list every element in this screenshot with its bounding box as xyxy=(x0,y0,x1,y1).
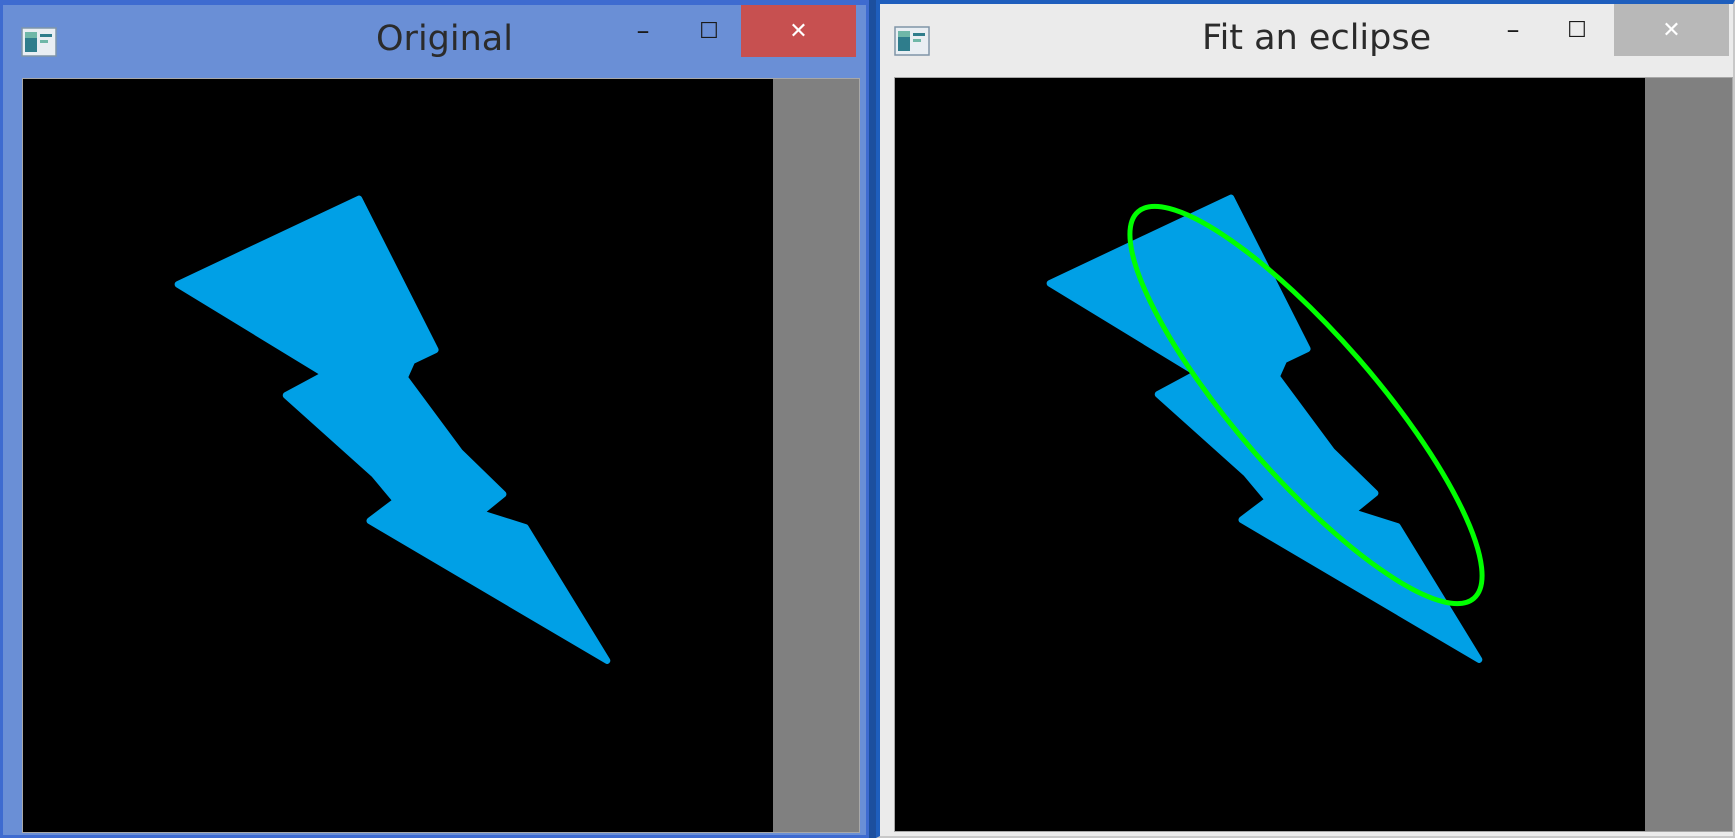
fit-titlebar[interactable]: Fit an eclipse – ☐ ✕ xyxy=(880,4,1733,78)
app-window-icon xyxy=(21,25,59,59)
original-window: Original – ☐ ✕ xyxy=(0,0,869,838)
window-title: Original xyxy=(376,19,513,59)
image-client-area xyxy=(894,77,1733,832)
maximize-button[interactable]: ☐ xyxy=(1547,4,1607,56)
maximize-icon: ☐ xyxy=(1567,17,1587,43)
image-canvas xyxy=(895,78,1645,831)
fit-window: Fit an eclipse – ☐ ✕ xyxy=(876,0,1735,838)
minimize-button[interactable]: – xyxy=(613,5,673,57)
close-icon: ✕ xyxy=(1662,17,1681,43)
minimize-icon: – xyxy=(1506,15,1520,45)
maximize-button[interactable]: ☐ xyxy=(679,5,739,57)
close-button[interactable]: ✕ xyxy=(1614,4,1729,56)
window-title: Fit an eclipse xyxy=(1202,18,1432,58)
close-button[interactable]: ✕ xyxy=(741,5,856,57)
app-window-icon xyxy=(894,24,932,58)
image-client-area xyxy=(22,78,860,833)
close-icon: ✕ xyxy=(789,18,808,44)
minimize-icon: – xyxy=(636,16,650,46)
lightning-bolt-shape xyxy=(174,195,611,664)
maximize-icon: ☐ xyxy=(699,18,719,44)
original-titlebar[interactable]: Original – ☐ ✕ xyxy=(3,5,866,79)
image-canvas xyxy=(23,79,773,832)
desktop: Original – ☐ ✕ Fit an eclipse – ☐ ✕ xyxy=(0,0,1735,838)
minimize-button[interactable]: – xyxy=(1483,4,1543,56)
